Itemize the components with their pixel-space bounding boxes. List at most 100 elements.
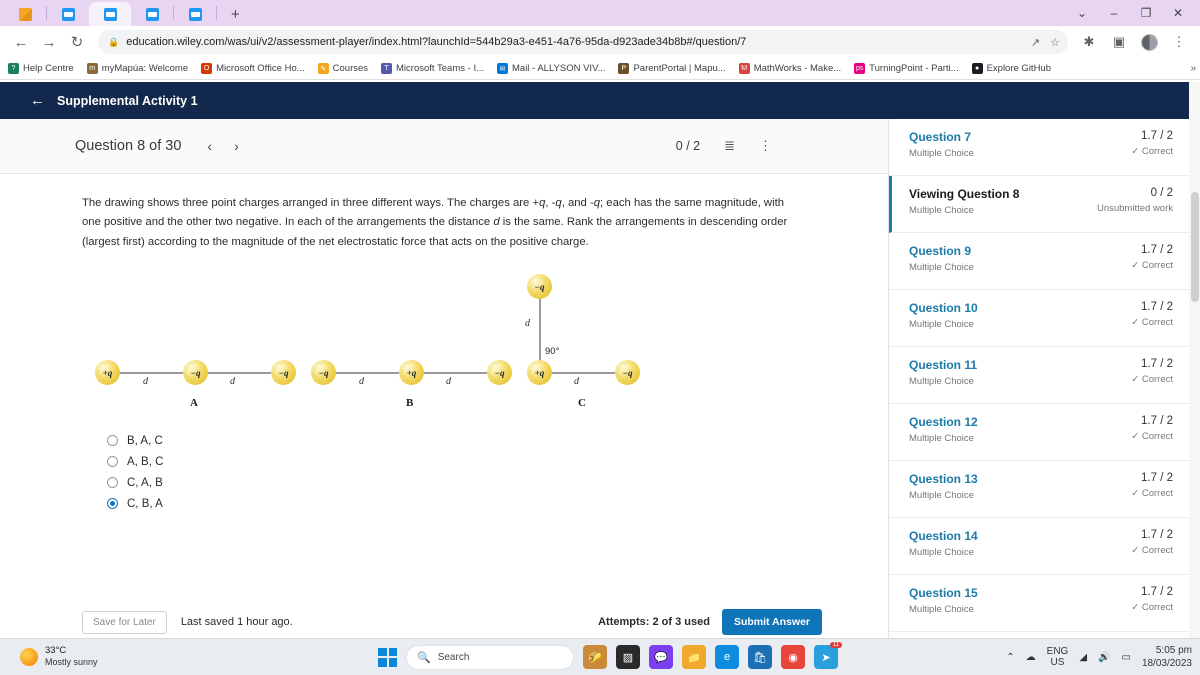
question-item-info: Question 13 Multiple Choice <box>909 472 978 501</box>
extensions-icon[interactable]: ✱ <box>1076 29 1102 55</box>
question-list-item[interactable]: Question 7 Multiple Choice 1.7 / 2 ✓ Correc… <box>889 119 1189 176</box>
last-saved-text: Last saved 1 hour ago. <box>180 616 293 628</box>
bookmark-item[interactable]: m myMapúa: Welcome <box>86 63 188 74</box>
search-input[interactable]: 🔍 Search <box>406 644 574 670</box>
back-icon[interactable]: ← <box>8 29 34 55</box>
question-list-item[interactable]: Question 13 Multiple Choice 1.7 / 2 ✓ Corre… <box>889 461 1189 518</box>
side-panel-icon[interactable]: ▣ <box>1106 29 1132 55</box>
question-list-item[interactable]: Question 9 Multiple Choice 1.7 / 2 ✓ Correc… <box>889 233 1189 290</box>
share-icon[interactable]: ↗ <box>1031 36 1040 49</box>
answer-option-label: A, B, C <box>127 455 164 468</box>
bookmark-item[interactable]: ? Help Centre <box>8 63 74 74</box>
file-explorer-dark-icon[interactable]: ▨ <box>616 645 640 669</box>
start-button[interactable] <box>378 647 397 667</box>
question-list-item[interactable]: Question 14 Multiple Choice 1.7 / 2 ✓ Corre… <box>889 518 1189 575</box>
language-line-1: ENG <box>1046 645 1069 657</box>
onedrive-cloud-icon[interactable]: ☁ <box>1026 652 1036 663</box>
bookmark-item[interactable]: ● Explore GitHub <box>971 63 1051 74</box>
question-item-score: 0 / 2 <box>1150 187 1173 199</box>
bookmarks-overflow-icon[interactable]: » <box>1190 63 1196 74</box>
question-list-item[interactable]: Question 10 Multiple Choice 1.7 / 2 ✓ Corre… <box>889 290 1189 347</box>
answer-radio[interactable] <box>107 435 118 447</box>
answer-option[interactable]: C, A, B <box>107 472 828 493</box>
battery-icon[interactable]: ▭ <box>1121 652 1130 663</box>
answer-radio[interactable] <box>107 477 118 489</box>
browser-tab-2[interactable] <box>47 2 89 26</box>
tab-search-chevron-icon[interactable]: ⌄ <box>1066 2 1098 24</box>
widgets-icon[interactable]: 🌮 <box>583 645 607 669</box>
answer-radio[interactable] <box>107 456 118 468</box>
bookmark-item[interactable]: ✎ Courses <box>317 63 368 74</box>
question-item-result: 1.7 / 2 ✓ Correct <box>1131 415 1173 442</box>
weather-widget[interactable]: 33°C Mostly sunny <box>20 645 98 668</box>
question-more-icon[interactable]: ⋮ <box>759 138 772 154</box>
question-item-title: Question 9 <box>909 244 972 258</box>
bookmark-label: Mail - ALLYSON VIV... <box>512 63 606 74</box>
question-item-score: 1.7 / 2 <box>1141 244 1173 256</box>
folder-icon[interactable]: 📁 <box>682 645 706 669</box>
question-item-type: Multiple Choice <box>909 433 974 444</box>
bookmark-star-icon[interactable]: ☆ <box>1050 36 1060 49</box>
forward-icon[interactable]: → <box>36 29 62 55</box>
close-icon[interactable]: ✕ <box>1162 2 1194 24</box>
store-icon[interactable]: 🛍 <box>748 645 772 669</box>
chrome-menu-icon[interactable]: ⋮ <box>1166 29 1192 55</box>
address-bar[interactable]: 🔒 education.wiley.com/was/ui/v2/assessme… <box>98 30 1068 54</box>
prompt-part-3: , and - <box>561 197 594 209</box>
browser-tab-1[interactable] <box>4 2 46 26</box>
question-list-icon[interactable]: ≣ <box>724 138 735 154</box>
browser-tab-5[interactable] <box>174 2 216 26</box>
bookmark-item[interactable]: O Microsoft Office Ho... <box>201 63 305 74</box>
browser-tab-4[interactable] <box>131 2 173 26</box>
figure-a-charge-2: −q <box>183 360 208 386</box>
browser-tab-3-active[interactable] <box>89 2 131 26</box>
figure-a-distance-1: d <box>143 376 148 388</box>
chat-icon[interactable]: 💬 <box>649 645 673 669</box>
telegram-icon[interactable]: ➤ 11 <box>814 642 842 669</box>
bookmark-item[interactable]: ✉ Mail - ALLYSON VIV... <box>497 63 605 74</box>
page-scroll-thumb[interactable] <box>1191 192 1199 302</box>
minimize-icon[interactable]: – <box>1098 2 1130 24</box>
question-list-item[interactable]: Question 15 Multiple Choice 1.7 / 2 ✓ Corre… <box>889 575 1189 632</box>
question-item-score: 1.7 / 2 <box>1141 130 1173 142</box>
new-tab-button[interactable]: + <box>225 6 246 26</box>
status-badge: ✓ Correct <box>1131 602 1173 613</box>
weather-temperature: 33°C <box>45 645 67 657</box>
question-item-result: 1.7 / 2 ✓ Correct <box>1131 301 1173 328</box>
bookmark-item[interactable]: T Microsoft Teams - I... <box>381 63 484 74</box>
question-list-item-current[interactable]: Viewing Question 8 Multiple Choice 0 / 2 Un… <box>889 176 1189 233</box>
answer-radio[interactable] <box>107 498 118 510</box>
submit-answer-button[interactable]: Submit Answer <box>721 609 822 635</box>
question-item-result: 0 / 2 Unsubmitted work <box>1097 187 1173 214</box>
answer-option[interactable]: B, A, C <box>107 430 828 451</box>
reload-icon[interactable]: ↻ <box>64 29 90 55</box>
next-question-icon[interactable]: › <box>234 138 239 154</box>
language-indicator[interactable]: ENG US <box>1047 646 1069 669</box>
question-item-score: 1.7 / 2 <box>1141 301 1173 313</box>
wifi-icon[interactable]: ◢ <box>1079 652 1087 663</box>
question-list-item[interactable]: Question 11 Multiple Choice 1.7 / 2 ✓ Corre… <box>889 347 1189 404</box>
question-item-type: Multiple Choice <box>909 490 974 501</box>
bookmark-favicon-icon: ps <box>854 63 866 74</box>
avatar[interactable] <box>1136 29 1162 55</box>
clock[interactable]: 5:05 pm 18/03/2023 <box>1142 644 1192 670</box>
app-back-icon[interactable]: ← <box>30 92 45 109</box>
tray-chevron-icon[interactable]: ⌃ <box>1006 652 1014 663</box>
question-item-info: Question 15 Multiple Choice <box>909 586 978 615</box>
chrome-icon[interactable]: ◉ <box>781 645 805 669</box>
figure-c-charge-right: −q <box>615 360 640 386</box>
edge-icon[interactable]: e <box>715 645 739 669</box>
bookmark-item[interactable]: P ParentPortal | Mapu... <box>618 63 726 74</box>
previous-question-icon[interactable]: ‹ <box>207 138 212 154</box>
answer-option[interactable]: C, B, A <box>107 493 828 514</box>
bookmark-item[interactable]: M MathWorks - Make... <box>738 63 841 74</box>
save-for-later-button[interactable]: Save for Later <box>82 610 167 634</box>
bookmark-item[interactable]: ps TurningPoint - Parti... <box>854 63 959 74</box>
page-scrollbar[interactable] <box>1189 82 1200 638</box>
question-list-item[interactable]: Question 12 Multiple Choice 1.7 / 2 ✓ Corre… <box>889 404 1189 461</box>
volume-icon[interactable]: 🔊 <box>1098 652 1110 663</box>
question-item-info: Viewing Question 8 Multiple Choice <box>909 187 1019 216</box>
lock-icon: 🔒 <box>108 36 120 47</box>
answer-option[interactable]: A, B, C <box>107 451 828 472</box>
maximize-icon[interactable]: ❐ <box>1130 2 1162 24</box>
